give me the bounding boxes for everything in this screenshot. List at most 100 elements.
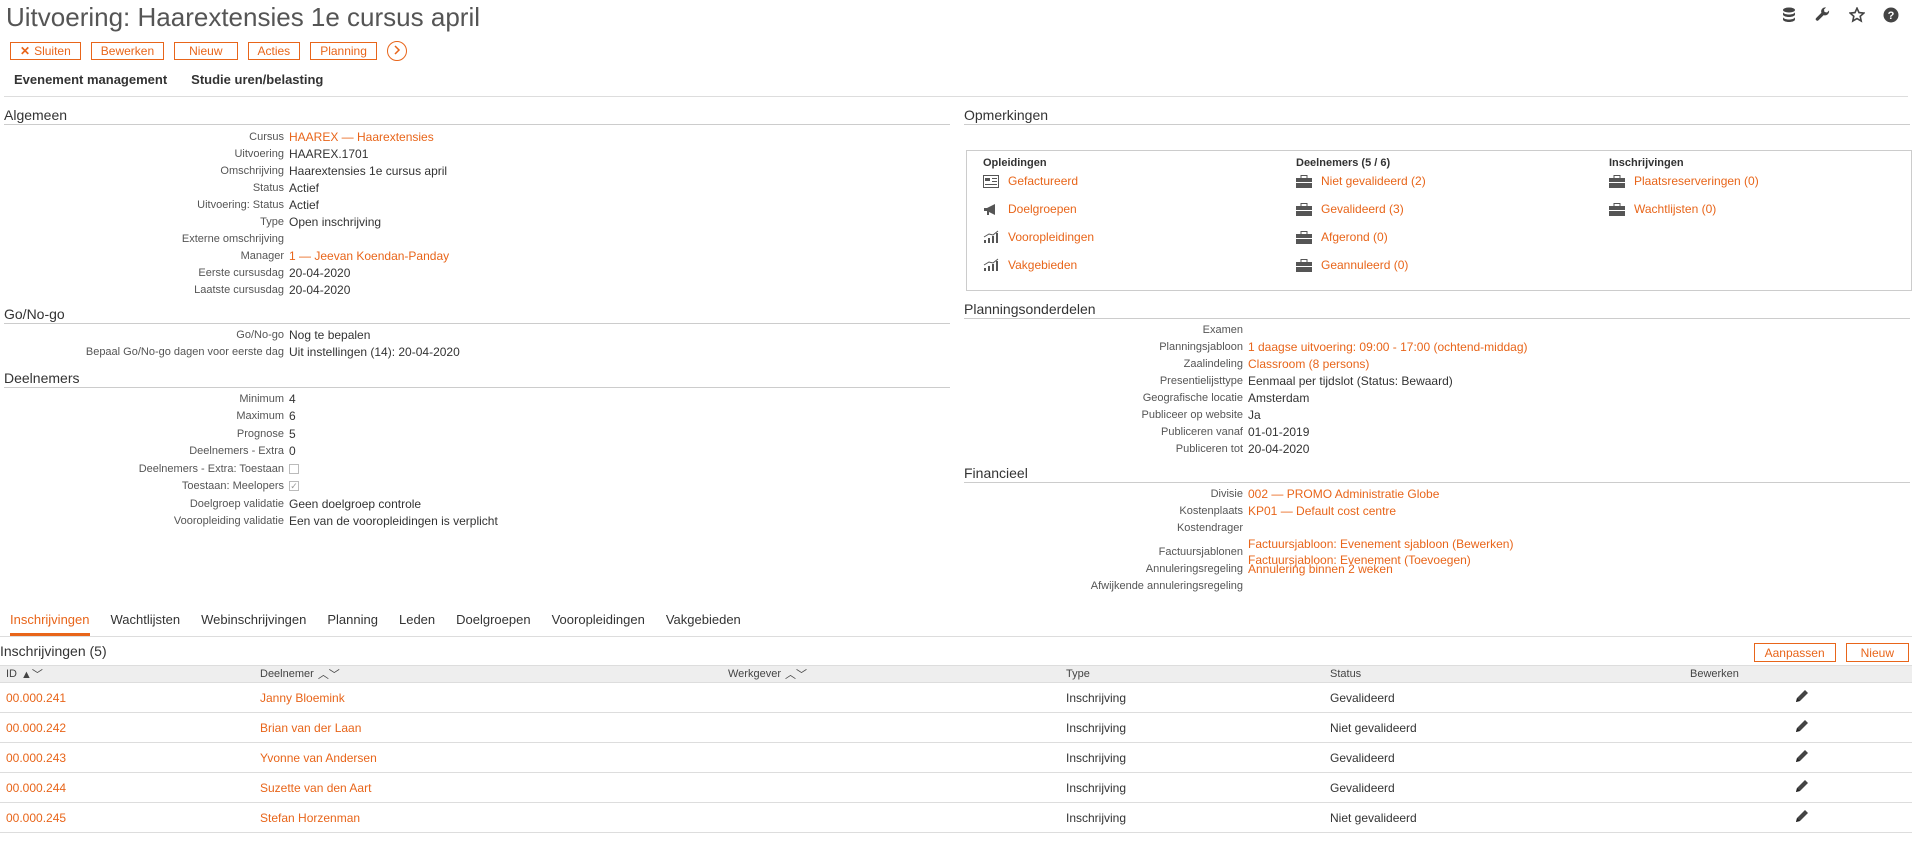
row-id-link[interactable]: 00.000.245 [6, 803, 66, 832]
opmerking-link[interactable]: Afgerond (0) [1321, 230, 1388, 244]
opmerking-item[interactable]: Doelgroepen [983, 202, 1077, 216]
opmerking-item[interactable]: Gefactureerd [983, 174, 1078, 188]
field-link[interactable]: Classroom (8 persons) [1248, 357, 1369, 371]
field-link[interactable]: HAAREX — Haarextensies [289, 130, 434, 144]
sort-icon: ︿﹀ [784, 669, 807, 681]
opmerking-link[interactable]: Wachtlijsten (0) [1634, 202, 1716, 216]
col-id[interactable]: ID ▲﹀ [6, 666, 43, 682]
row-id-link[interactable]: 00.000.243 [6, 743, 66, 772]
row-type: Inschrijving [1066, 720, 1127, 735]
opmerking-link[interactable]: Niet gevalideerd (2) [1321, 174, 1426, 188]
row-deelnemer-link[interactable]: Janny Bloemink [260, 683, 345, 712]
field-value: 20-04-2020 [289, 282, 351, 297]
new-registration-button[interactable]: Nieuw [1845, 643, 1909, 662]
opmerking-item[interactable]: Geannuleerd (0) [1296, 258, 1408, 272]
field-row: Presentielijsttype Eenmaal per tijdslot … [964, 372, 1453, 389]
opmerking-item[interactable]: Vooropleidingen [983, 230, 1094, 244]
row-deelnemer-link[interactable]: Brian van der Laan [260, 713, 361, 742]
row-deelnemer-link[interactable]: Suzette van den Aart [260, 773, 371, 802]
edit-row-button[interactable] [1794, 713, 1810, 742]
field-link[interactable]: Factuursjabloon: Evenement sjabloon (Bew… [1248, 536, 1513, 552]
briefcase-icon [1609, 202, 1625, 216]
opmerking-item[interactable]: Niet gevalideerd (2) [1296, 174, 1426, 188]
field-row: Planningsjabloon 1 daagse uitvoering: 09… [964, 338, 1528, 355]
field-row: Kostendrager [964, 519, 1248, 536]
tab-webinschrijvingen[interactable]: Webinschrijvingen [201, 612, 306, 636]
row-deelnemer-link[interactable]: Stefan Horzenman [260, 803, 360, 832]
more-button[interactable] [386, 41, 407, 61]
edit-row-button[interactable] [1794, 803, 1810, 832]
tab-vooropleidingen[interactable]: Vooropleidingen [552, 612, 645, 636]
tab-leden[interactable]: Leden [399, 612, 435, 636]
opmerking-link[interactable]: Gevalideerd (3) [1321, 202, 1404, 216]
tab-vakgebieden[interactable]: Vakgebieden [666, 612, 741, 636]
row-status: Niet gevalideerd [1330, 810, 1417, 825]
opmerking-item[interactable]: Vakgebieden [983, 258, 1077, 272]
field-link[interactable]: 002 — PROMO Administratie Globe [1248, 487, 1439, 501]
checkbox[interactable]: ✓ [289, 481, 299, 491]
tab-evenement-management[interactable]: Evenement management [14, 72, 167, 87]
field-label: Factuursjablonen [1158, 546, 1243, 558]
opmerking-link[interactable]: Plaatsreserveringen (0) [1634, 174, 1759, 188]
database-icon[interactable] [1780, 6, 1798, 24]
opmerking-item[interactable]: Plaatsreserveringen (0) [1609, 174, 1759, 188]
chart-icon [983, 230, 999, 244]
edit-row-button[interactable] [1794, 773, 1810, 802]
field-row: Status Actief [0, 179, 319, 196]
field-label: Prognose [236, 427, 284, 440]
chevron-right-icon [393, 44, 401, 58]
page-title: Uitvoering: Haarextensies 1e cursus apri… [6, 2, 480, 32]
edit-row-button[interactable] [1794, 743, 1810, 772]
tab-studie-uren[interactable]: Studie uren/belasting [191, 72, 323, 87]
col-deelnemer[interactable]: Deelnemer ︿﹀ [260, 666, 340, 682]
opmerking-link[interactable]: Vakgebieden [1008, 258, 1077, 272]
field-link[interactable]: KP01 — Default cost centre [1248, 504, 1396, 518]
help-icon[interactable]: ? [1882, 6, 1900, 24]
opmerking-item[interactable]: Afgerond (0) [1296, 230, 1388, 244]
field-row: Afwijkende annuleringsregeling [964, 578, 1248, 595]
tab-doelgroepen[interactable]: Doelgroepen [456, 612, 530, 636]
row-type: Inschrijving [1066, 810, 1127, 825]
actions-button[interactable]: Acties [247, 42, 301, 60]
field-value: Ja [1248, 407, 1261, 422]
tab-wachtlijsten[interactable]: Wachtlijsten [111, 612, 181, 636]
close-button[interactable]: ✕ Sluiten [10, 42, 81, 60]
field-label: Divisie [1210, 487, 1243, 500]
field-link[interactable]: 1 — Jeevan Koendan-Panday [289, 249, 449, 263]
adjust-button[interactable]: Aanpassen [1753, 643, 1836, 662]
field-label: Kostendrager [1176, 521, 1243, 534]
opmerking-item[interactable]: Wachtlijsten (0) [1609, 202, 1716, 216]
section-gonogo-title: Go/No-go [4, 306, 950, 324]
row-status: Gevalideerd [1330, 780, 1395, 795]
field-label: Deelnemers - Extra [189, 445, 284, 457]
tab-inschrijvingen[interactable]: Inschrijvingen [10, 612, 90, 636]
briefcase-icon [1296, 230, 1312, 244]
field-label: Planningsjabloon [1159, 340, 1243, 353]
tab-planning[interactable]: Planning [327, 612, 378, 636]
star-icon[interactable] [1848, 6, 1866, 24]
opmerking-link[interactable]: Vooropleidingen [1008, 230, 1094, 244]
edit-button[interactable]: Bewerken [90, 42, 165, 60]
field-value: Geen doelgroep controle [289, 496, 422, 511]
opmerking-link[interactable]: Geannuleerd (0) [1321, 258, 1408, 272]
opmerking-link[interactable]: Doelgroepen [1008, 202, 1077, 216]
row-id-link[interactable]: 00.000.244 [6, 773, 66, 802]
opmerking-link[interactable]: Gefactureerd [1008, 174, 1078, 188]
edit-row-button[interactable] [1794, 683, 1810, 712]
field-label: Cursus [249, 130, 284, 143]
opmerking-item[interactable]: Gevalideerd (3) [1296, 202, 1404, 216]
checkbox[interactable] [289, 463, 299, 474]
row-id-link[interactable]: 00.000.241 [6, 683, 66, 712]
column-heading: Opleidingen [983, 157, 1047, 169]
col-werkgever[interactable]: Werkgever ︿﹀ [728, 666, 807, 682]
pencil-icon [1794, 748, 1810, 767]
planning-button[interactable]: Planning [310, 42, 377, 60]
new-button[interactable]: Nieuw [174, 42, 238, 60]
wrench-icon[interactable] [1814, 6, 1832, 24]
field-label: Publiceer op website [1141, 408, 1243, 421]
row-deelnemer-link[interactable]: Yvonne van Andersen [260, 743, 377, 772]
field-link[interactable]: Annulering binnen 2 weken [1248, 562, 1393, 576]
row-id-link[interactable]: 00.000.242 [6, 713, 66, 742]
field-link[interactable]: 1 daagse uitvoering: 09:00 - 17:00 (ocht… [1248, 340, 1528, 354]
field-row: Eerste cursusdag 20-04-2020 [0, 264, 350, 281]
